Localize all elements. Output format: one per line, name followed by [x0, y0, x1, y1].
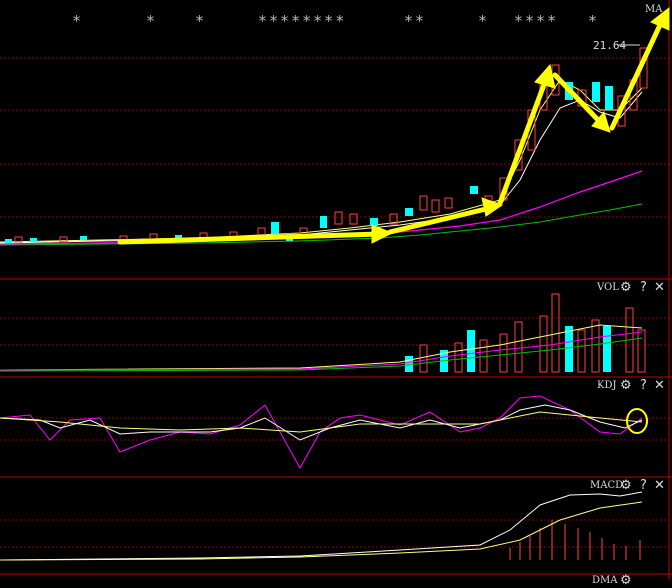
main-grid [0, 57, 672, 548]
macd-help-icon[interactable]: ? [640, 479, 647, 492]
dma-label[interactable]: DMA [592, 575, 617, 586]
macd-dea [0, 501, 643, 561]
vol-settings-icon[interactable]: ⚙ [620, 281, 632, 294]
vol-ma-green [0, 337, 643, 372]
macd-bars [509, 520, 641, 560]
chart-canvas [0, 0, 672, 580]
kdj-label[interactable]: KDJ [597, 380, 617, 391]
vol-close-icon[interactable]: ✕ [654, 281, 665, 294]
kdj-help-icon[interactable]: ? [640, 379, 647, 392]
kdj-k [0, 404, 643, 441]
macd-dif [0, 491, 643, 561]
vol-ma-yellow [0, 324, 643, 371]
macd-label[interactable]: MACD [590, 480, 623, 491]
vol-label[interactable]: VOL [597, 282, 619, 293]
macd-close-icon[interactable]: ✕ [654, 479, 665, 492]
vol-help-icon[interactable]: ? [640, 281, 647, 294]
trend-arrows [117, 6, 670, 245]
kdj-close-icon[interactable]: ✕ [654, 379, 665, 392]
vol-ma-magenta [0, 331, 643, 371]
kdj-settings-icon[interactable]: ⚙ [620, 379, 632, 392]
kdj-d [0, 411, 643, 433]
dma-settings-icon[interactable]: ⚙ [620, 574, 632, 587]
macd-settings-icon[interactable]: ⚙ [620, 479, 632, 492]
volume-bars [405, 293, 646, 373]
